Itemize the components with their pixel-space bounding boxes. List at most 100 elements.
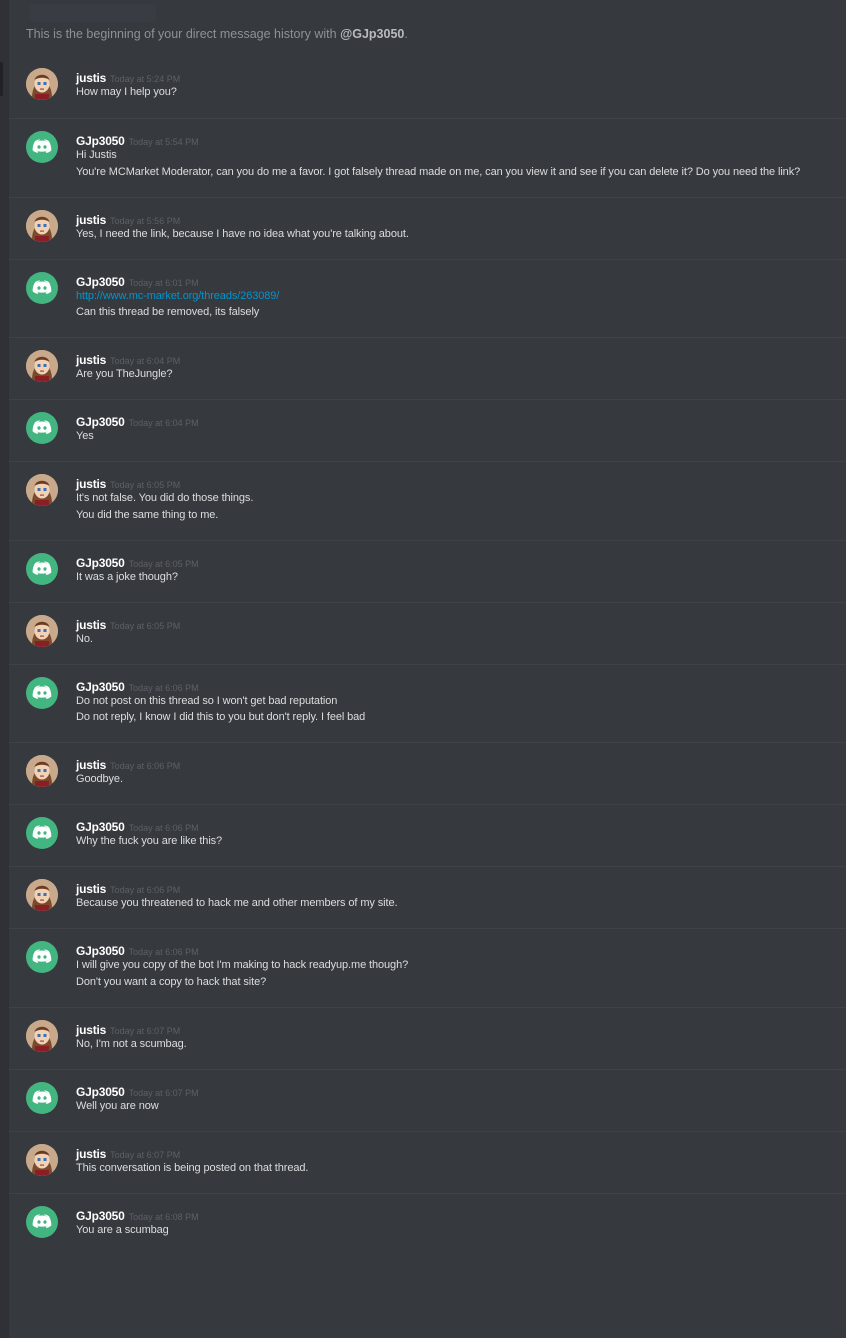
discord-default-avatar[interactable] [26, 271, 58, 304]
message-group: justis Today at 5:56 PM Yes, I need the li… [9, 196, 846, 260]
message-text: You did the same thing to me. [76, 508, 219, 521]
username[interactable]: GJp3050 [76, 1085, 125, 1099]
message-group: justis Today at 6:06 PM Goodbye. [9, 742, 846, 805]
username[interactable]: GJp3050 [76, 556, 125, 570]
username[interactable]: justis [76, 618, 106, 632]
message-text: No, I'm not a scumbag. [76, 1038, 187, 1050]
user-avatar[interactable] [26, 879, 58, 912]
username[interactable]: justis [76, 353, 106, 367]
username[interactable]: GJp3050 [76, 1209, 125, 1223]
message-header: GJp3050 Today at 5:54 PM [76, 132, 199, 150]
user-avatar[interactable] [26, 474, 58, 507]
message-group: justis Today at 6:07 PM This conversation … [9, 1131, 846, 1194]
message-header: GJp3050 Today at 6:08 PM [76, 1207, 199, 1225]
message-text: Yes, I need the link, because I have no … [76, 227, 409, 240]
timestamp: Today at 6:01 PM [128, 277, 199, 288]
discord-default-avatar[interactable] [26, 817, 58, 850]
message-group: GJp3050 Today at 6:05 PM It was a joke tho… [9, 539, 846, 603]
message-header: GJp3050 Today at 6:07 PM [76, 1083, 199, 1101]
user-avatar[interactable] [26, 755, 58, 788]
timestamp: Today at 6:06 PM [128, 823, 199, 834]
timestamp: Today at 6:08 PM [128, 1212, 199, 1222]
message-link[interactable]: http://www.mc-market.org/threads/263089/ [76, 290, 279, 302]
username[interactable]: justis [76, 71, 106, 85]
timestamp: Today at 6:07 PM [128, 1088, 199, 1098]
message-group: justis Today at 6:05 PM No. [9, 601, 846, 665]
username[interactable]: GJp3050 [76, 134, 125, 148]
dm-window: This is the beginning of your direct mes… [0, 0, 846, 1338]
username[interactable]: GJp3050 [76, 275, 125, 289]
user-avatar[interactable] [26, 350, 58, 383]
discord-default-avatar[interactable] [26, 552, 58, 585]
message-text: Because you threatened to hack me and ot… [76, 897, 398, 910]
history-intro: This is the beginning of your direct mes… [26, 27, 408, 41]
message-text: How may I help you? [76, 86, 177, 98]
message-text: Why the fuck you are like this? [76, 835, 223, 848]
user-avatar[interactable] [26, 1020, 58, 1052]
message-line: http://www.mc-market.org/threads/263089/ [76, 290, 279, 302]
message-group: GJp3050 Today at 6:04 PM Yes [9, 399, 846, 462]
username[interactable]: GJp3050 [76, 944, 125, 958]
message-text: Well you are now [76, 1100, 159, 1112]
timestamp: Today at 6:06 PM [128, 682, 199, 693]
user-avatar[interactable] [26, 68, 58, 100]
message-group: justis Today at 6:07 PM No, I'm not a scum… [9, 1007, 846, 1070]
history-intro-user[interactable]: @GJp3050 [340, 27, 404, 41]
username[interactable]: justis [76, 1147, 106, 1161]
timestamp: Today at 6:05 PM [110, 480, 181, 491]
username[interactable]: justis [76, 1023, 106, 1037]
timestamp: Today at 6:04 PM [128, 418, 199, 429]
username[interactable]: justis [76, 882, 106, 896]
message-text: You're MCMarket Moderator, can you do me… [76, 165, 801, 178]
message-text: Do not reply, I know I did this to you b… [76, 711, 366, 724]
timestamp: Today at 6:04 PM [110, 356, 181, 367]
username[interactable]: justis [76, 213, 106, 227]
timestamp: Today at 6:07 PM [110, 1026, 181, 1036]
discord-default-avatar[interactable] [26, 941, 58, 974]
user-avatar[interactable] [26, 1144, 58, 1176]
scrollbar-thumb[interactable] [0, 62, 3, 96]
history-intro-suffix: . [404, 27, 408, 41]
timestamp: Today at 6:07 PM [110, 1150, 181, 1160]
discord-default-avatar[interactable] [26, 676, 58, 709]
message-group: GJp3050 Today at 5:54 PM Hi Justis You're M… [9, 118, 846, 198]
timestamp: Today at 5:24 PM [110, 74, 181, 84]
faded-header [30, 4, 156, 22]
message-header: GJp3050 Today at 6:05 PM [76, 554, 199, 572]
username[interactable]: GJp3050 [76, 680, 125, 694]
message-header: justis Today at 5:24 PM [76, 69, 180, 87]
timestamp: Today at 5:56 PM [110, 215, 181, 226]
username[interactable]: justis [76, 758, 106, 772]
message-text: Hi Justis [76, 149, 117, 161]
discord-default-avatar[interactable] [26, 412, 58, 445]
message-text: Can this thread be removed, its falsely [76, 306, 260, 319]
message-header: GJp3050 Today at 6:06 PM [76, 818, 199, 836]
message-header: justis Today at 6:05 PM [76, 616, 180, 634]
message-header: justis Today at 6:04 PM [76, 351, 180, 369]
message-header: GJp3050 Today at 6:01 PM [76, 273, 199, 291]
message-header: GJp3050 Today at 6:06 PM [76, 678, 199, 696]
user-avatar[interactable] [26, 209, 58, 242]
timestamp: Today at 6:05 PM [110, 620, 181, 631]
message-text: Are you TheJungle? [76, 368, 173, 381]
message-group: GJp3050 Today at 6:08 PM You are a scumbag [9, 1193, 846, 1256]
message-group: justis Today at 5:24 PM How may I help you… [9, 56, 846, 118]
username[interactable]: GJp3050 [76, 415, 125, 429]
discord-default-avatar[interactable] [26, 131, 58, 163]
message-text: Don't you want a copy to hack that site? [76, 975, 267, 988]
username[interactable]: justis [76, 477, 106, 491]
message-text: I will give you copy of the bot I'm maki… [76, 959, 409, 972]
message-text: Yes [76, 430, 94, 443]
message-group: GJp3050 Today at 6:01 PM http://www.mc-mar… [9, 258, 846, 339]
message-header: justis Today at 5:56 PM [76, 211, 180, 229]
message-text: No. [76, 632, 93, 645]
timestamp: Today at 6:06 PM [128, 947, 199, 958]
username[interactable]: GJp3050 [76, 820, 125, 834]
message-group: GJp3050 Today at 6:07 PM Well you are now [9, 1069, 846, 1132]
user-avatar[interactable] [26, 614, 58, 647]
message-group: justis Today at 6:04 PM Are you TheJungle? [9, 337, 846, 400]
message-header: justis Today at 6:05 PM [76, 475, 180, 493]
timestamp: Today at 6:05 PM [128, 558, 199, 569]
discord-default-avatar[interactable] [26, 1206, 58, 1238]
discord-default-avatar[interactable] [26, 1082, 58, 1114]
